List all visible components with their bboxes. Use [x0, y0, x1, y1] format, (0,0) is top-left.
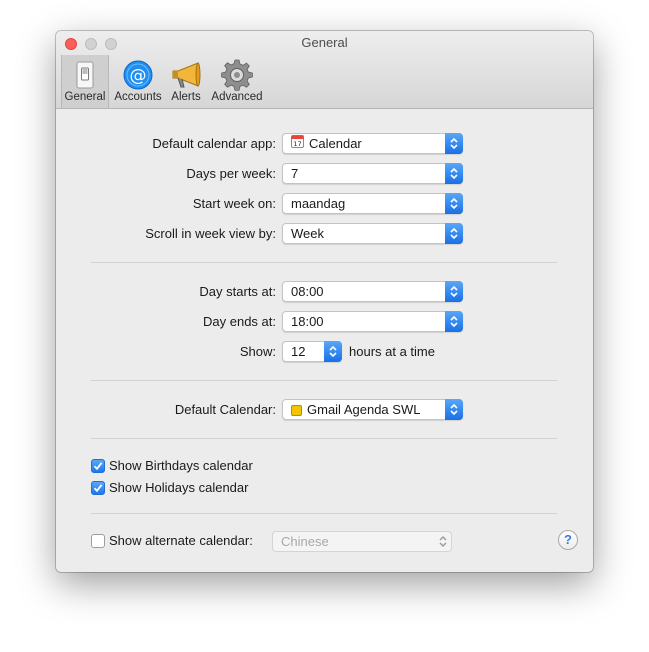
default-calendar-app-label: Default calendar app:: [152, 136, 276, 151]
toolbar-label: Advanced: [211, 91, 263, 103]
divider: [91, 380, 557, 381]
show-hours-value: 12: [291, 344, 306, 359]
toolbar-label: Accounts: [114, 91, 162, 103]
chevron-updown-icon: [445, 133, 463, 154]
chevron-updown-icon: [445, 163, 463, 184]
window-title: General: [301, 35, 348, 50]
default-calendar-app-value: Calendar: [309, 136, 362, 151]
chevron-updown-icon: [324, 341, 342, 362]
days-per-week-label: Days per week:: [186, 166, 276, 181]
calendar-icon: 17: [291, 134, 304, 153]
day-ends-row: Day ends at: 18:00: [56, 311, 593, 333]
default-calendar-app-popup[interactable]: 17 Calendar: [282, 133, 463, 154]
preferences-window: General General @ Accounts Alerts Advanc…: [56, 31, 593, 572]
help-button[interactable]: ?: [558, 530, 578, 550]
default-calendar-row: Default Calendar: Gmail Agenda SWL: [56, 399, 593, 421]
show-hours-suffix: hours at a time: [349, 344, 435, 359]
day-starts-popup[interactable]: 08:00: [282, 281, 463, 302]
megaphone-icon: [169, 58, 203, 92]
divider: [91, 262, 557, 263]
day-ends-label: Day ends at:: [203, 314, 276, 329]
show-hours-popup[interactable]: 12: [282, 341, 342, 362]
chevron-updown-icon: [445, 193, 463, 214]
days-per-week-value: 7: [291, 166, 299, 181]
checkmark-icon: [93, 462, 103, 471]
day-starts-value: 08:00: [291, 284, 324, 299]
default-calendar-popup[interactable]: Gmail Agenda SWL: [282, 399, 463, 420]
svg-text:@: @: [130, 66, 147, 86]
general-switch-icon: [68, 58, 102, 92]
alternate-calendar-checkbox[interactable]: [91, 534, 105, 548]
toolbar-label: General: [64, 91, 106, 103]
divider: [91, 513, 557, 514]
svg-text:17: 17: [293, 140, 301, 148]
chevron-updown-icon: [445, 399, 463, 420]
days-per-week-row: Days per week: 7: [56, 163, 593, 185]
alternate-calendar-value: Chinese: [281, 534, 329, 549]
show-hours-row: Show: 12 hours at a time: [56, 341, 593, 363]
chevron-updown-icon: [445, 281, 463, 302]
scroll-week-popup[interactable]: Week: [282, 223, 463, 244]
birthdays-checkbox[interactable]: [91, 459, 105, 473]
alternate-calendar-label[interactable]: Show alternate calendar:: [109, 532, 253, 550]
alternate-calendar-popup[interactable]: Chinese: [272, 531, 452, 552]
day-starts-row: Day starts at: 08:00: [56, 281, 593, 303]
titlebar: General General @ Accounts Alerts Advanc…: [56, 31, 593, 109]
settings-pane: Default calendar app: 17 Calendar Days p…: [56, 109, 593, 572]
scroll-week-value: Week: [291, 226, 324, 241]
scroll-week-label: Scroll in week view by:: [145, 226, 276, 241]
toolbar-tab-advanced[interactable]: Advanced: [207, 55, 267, 108]
scroll-week-row: Scroll in week view by: Week: [56, 223, 593, 245]
start-week-popup[interactable]: maandag: [282, 193, 463, 214]
toolbar-tab-general[interactable]: General: [61, 55, 109, 108]
toolbar-tab-accounts[interactable]: @ Accounts: [111, 55, 165, 108]
chevron-updown-icon: [434, 531, 452, 552]
chevron-updown-icon: [445, 223, 463, 244]
calendar-color-swatch: [291, 405, 302, 417]
divider: [91, 438, 557, 439]
default-calendar-value: Gmail Agenda SWL: [307, 402, 421, 417]
day-starts-label: Day starts at:: [199, 284, 276, 299]
checkmark-icon: [93, 484, 103, 493]
holidays-checkbox[interactable]: [91, 481, 105, 495]
holidays-label[interactable]: Show Holidays calendar: [109, 479, 248, 497]
start-week-label: Start week on:: [192, 196, 276, 211]
gear-icon: [220, 58, 254, 92]
start-week-row: Start week on: maandag: [56, 193, 593, 215]
show-hours-label: Show:: [239, 344, 276, 359]
default-calendar-app-row: Default calendar app: 17 Calendar: [56, 133, 593, 155]
birthdays-label[interactable]: Show Birthdays calendar: [109, 457, 253, 475]
default-calendar-label: Default Calendar:: [174, 402, 276, 417]
at-sign-icon: @: [121, 58, 155, 92]
day-ends-value: 18:00: [291, 314, 324, 329]
days-per-week-popup[interactable]: 7: [282, 163, 463, 184]
day-ends-popup[interactable]: 18:00: [282, 311, 463, 332]
toolbar-label: Alerts: [171, 91, 201, 103]
toolbar-tab-alerts[interactable]: Alerts: [166, 55, 206, 108]
start-week-value: maandag: [291, 196, 346, 211]
chevron-updown-icon: [445, 311, 463, 332]
